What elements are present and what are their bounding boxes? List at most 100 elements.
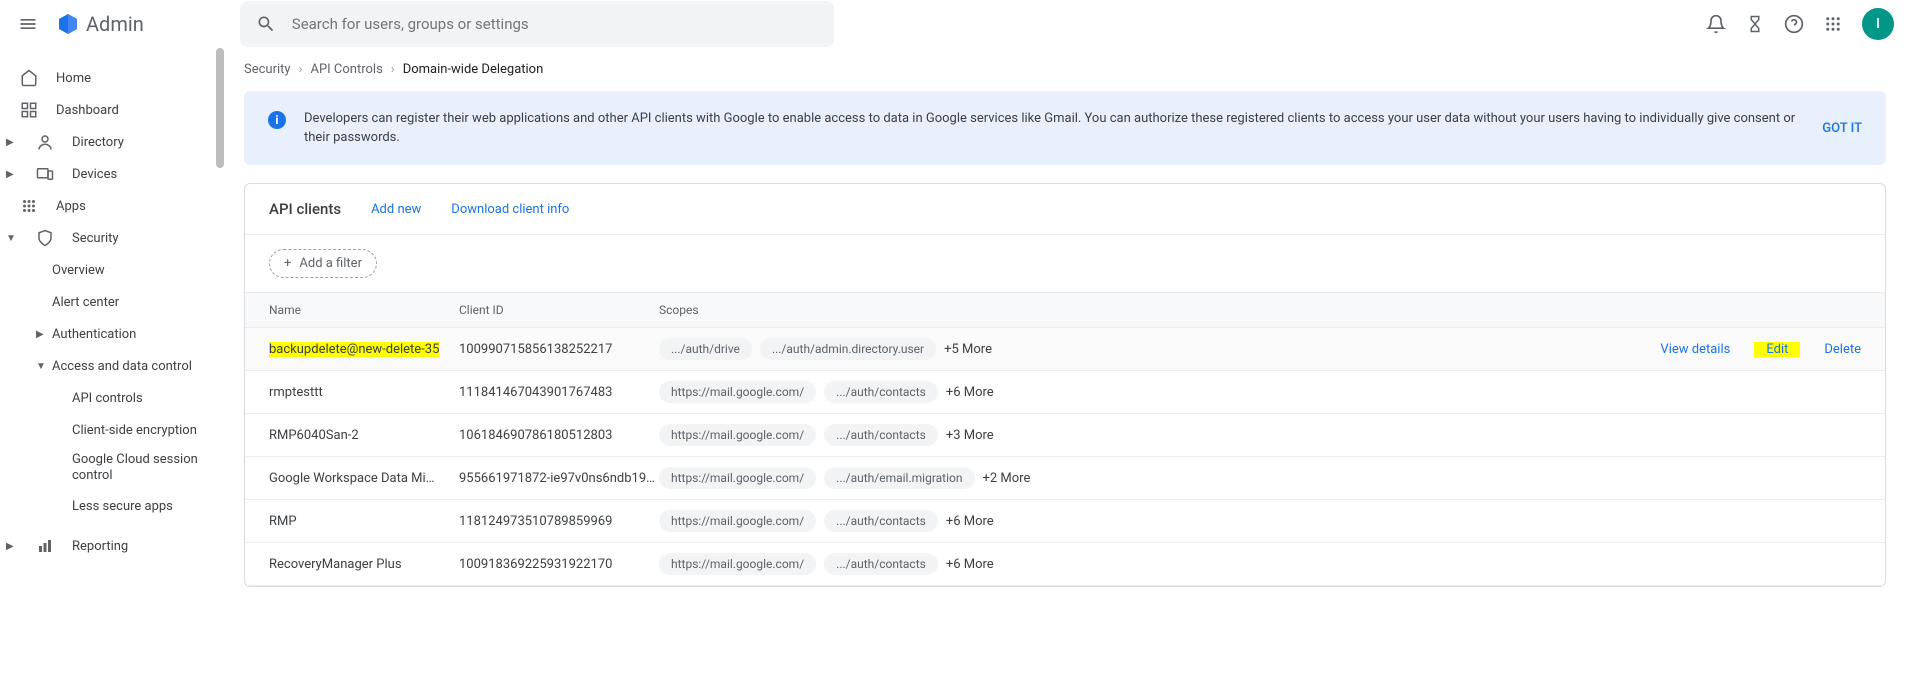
breadcrumb-api[interactable]: API Controls xyxy=(310,62,382,77)
sidebar-item-lsa[interactable]: Less secure apps xyxy=(0,490,216,522)
table-row[interactable]: RecoveryManager Plus 10091836922593192217… xyxy=(245,543,1885,586)
scope-chip[interactable]: https://mail.google.com/ xyxy=(659,424,816,446)
breadcrumb-current: Domain-wide Delegation xyxy=(403,62,544,77)
cell-id: 100990715856138252217 xyxy=(459,342,659,357)
got-it-button[interactable]: GOT IT xyxy=(1822,121,1862,136)
cell-scopes: https://mail.google.com/ .../auth/contact… xyxy=(659,424,1861,446)
dashboard-icon xyxy=(20,101,40,119)
home-icon xyxy=(20,69,40,87)
scope-chip[interactable]: https://mail.google.com/ xyxy=(659,553,816,575)
table-row[interactable]: rmptesttt 111841467043901767483https://ma… xyxy=(245,371,1885,414)
sidebar-item-dashboard[interactable]: Dashboard xyxy=(0,94,216,126)
scrollbar-thumb[interactable] xyxy=(216,48,224,168)
table-row[interactable]: Google Workspace Data Migration ... 95566… xyxy=(245,457,1885,500)
sidebar-item-cse[interactable]: Client-side encryption xyxy=(0,414,216,446)
breadcrumb-security[interactable]: Security xyxy=(244,62,291,77)
cell-name: RMP xyxy=(269,514,439,529)
delete-link[interactable]: Delete xyxy=(1824,342,1861,357)
scope-chip[interactable]: .../auth/contacts xyxy=(824,424,938,446)
cell-scopes: .../auth/drive .../auth/admin.directory.u… xyxy=(659,338,1601,360)
chevron-right-icon: › xyxy=(391,62,395,77)
cell-name: RecoveryManager Plus xyxy=(269,557,439,572)
search-icon xyxy=(256,14,276,34)
sidebar-item-authentication[interactable]: ▶ Authentication xyxy=(0,318,216,350)
reporting-icon xyxy=(36,537,56,555)
chevron-right-icon: ▶ xyxy=(6,169,16,180)
scope-chip[interactable]: .../auth/drive xyxy=(659,338,752,360)
sidebar-item-devices[interactable]: ▶ Devices xyxy=(0,158,216,190)
scope-chip[interactable]: https://mail.google.com/ xyxy=(659,510,816,532)
plus-icon: + xyxy=(284,256,291,271)
directory-icon xyxy=(36,133,56,151)
sidebar-item-directory[interactable]: ▶ Directory xyxy=(0,126,216,158)
info-icon: i xyxy=(268,111,286,129)
table-row[interactable]: RMP118124973510789859969https://mail.goo… xyxy=(245,500,1885,543)
chevron-right-icon: ▶ xyxy=(36,329,46,340)
col-header-scopes[interactable]: Scopes xyxy=(659,303,1861,317)
cell-scopes: https://mail.google.com/ .../auth/contact… xyxy=(659,510,1861,532)
search-input[interactable] xyxy=(292,15,818,33)
clients-table: Name Client ID Scopes backupdelete@new-d… xyxy=(245,292,1885,586)
cell-name: RMP6040San-2 xyxy=(269,428,439,443)
notifications-icon[interactable] xyxy=(1706,14,1726,34)
breadcrumb: Security › API Controls › Domain-wide De… xyxy=(244,48,1886,91)
chevron-right-icon: › xyxy=(299,62,303,77)
card-title: API clients xyxy=(269,200,341,218)
sidebar-item-reporting[interactable]: ▶ Reporting xyxy=(0,530,216,562)
col-header-name[interactable]: Name xyxy=(269,303,459,317)
row-actions: View details Edit Delete xyxy=(1601,342,1861,357)
col-header-id[interactable]: Client ID xyxy=(459,303,659,317)
cell-id: 100918369225931922170 xyxy=(459,557,659,572)
download-link[interactable]: Download client info xyxy=(451,202,569,217)
cell-id: 111841467043901767483 xyxy=(459,385,659,400)
cell-id: 955661971872-ie97v0ns6ndb19rbr9... xyxy=(459,471,659,486)
scope-chip[interactable]: https://mail.google.com/ xyxy=(659,381,816,403)
chevron-right-icon: ▶ xyxy=(6,541,16,552)
devices-icon xyxy=(36,165,56,183)
cell-scopes: https://mail.google.com/ .../auth/contact… xyxy=(659,381,1861,403)
search-box[interactable] xyxy=(240,1,834,47)
sidebar-item-home[interactable]: Home xyxy=(0,62,216,94)
sidebar-item-apps[interactable]: Apps xyxy=(0,190,216,222)
scope-more[interactable]: +2 More xyxy=(983,471,1031,486)
sidebar-item-access-data[interactable]: ▼ Access and data control xyxy=(0,350,216,382)
help-icon[interactable] xyxy=(1784,14,1804,34)
logo[interactable]: Admin xyxy=(56,12,144,36)
sidebar: Home Dashboard ▶ Directory ▶ Devices App… xyxy=(0,48,216,675)
shield-icon xyxy=(36,229,56,247)
add-filter-chip[interactable]: + Add a filter xyxy=(269,249,377,278)
hourglass-icon[interactable] xyxy=(1746,15,1764,33)
scope-more[interactable]: +3 More xyxy=(946,428,994,443)
cell-name: Google Workspace Data Migration ... xyxy=(269,471,439,486)
view-details-link[interactable]: View details xyxy=(1660,342,1730,357)
scope-chip[interactable]: https://mail.google.com/ xyxy=(659,467,816,489)
info-text: Developers can register their web applic… xyxy=(304,109,1804,147)
chevron-right-icon: ▶ xyxy=(6,137,16,148)
edit-link[interactable]: Edit xyxy=(1766,342,1788,357)
scope-chip[interactable]: .../auth/contacts xyxy=(824,510,938,532)
scope-chip[interactable]: .../auth/contacts xyxy=(824,381,938,403)
cell-name: rmptesttt xyxy=(269,385,439,400)
avatar[interactable]: I xyxy=(1862,8,1894,40)
scope-more[interactable]: +6 More xyxy=(946,385,994,400)
sidebar-item-overview[interactable]: Overview xyxy=(0,254,216,286)
scope-chip[interactable]: .../auth/admin.directory.user xyxy=(760,338,936,360)
apps-grid-icon[interactable] xyxy=(1824,15,1842,33)
menu-button[interactable] xyxy=(16,12,40,36)
scope-more[interactable]: +6 More xyxy=(946,514,994,529)
api-clients-card: API clients Add new Download client info… xyxy=(244,183,1886,587)
scope-chip[interactable]: .../auth/contacts xyxy=(824,553,938,575)
chevron-down-icon: ▼ xyxy=(36,361,46,372)
sidebar-item-security[interactable]: ▼ Security xyxy=(0,222,216,254)
app-name: Admin xyxy=(86,12,144,36)
scope-more[interactable]: +6 More xyxy=(946,557,994,572)
add-new-link[interactable]: Add new xyxy=(371,202,421,217)
sidebar-item-api-controls[interactable]: API controls xyxy=(0,382,216,414)
info-banner: i Developers can register their web appl… xyxy=(244,91,1886,165)
table-row[interactable]: backupdelete@new-delete-358105...1009907… xyxy=(245,328,1885,371)
sidebar-item-gcsc[interactable]: Google Cloud session control xyxy=(0,446,216,490)
sidebar-item-alert-center[interactable]: Alert center xyxy=(0,286,216,318)
scope-more[interactable]: +5 More xyxy=(944,342,992,357)
table-row[interactable]: RMP6040San-2106184690786180512803https:/… xyxy=(245,414,1885,457)
scope-chip[interactable]: .../auth/email.migration xyxy=(824,467,974,489)
